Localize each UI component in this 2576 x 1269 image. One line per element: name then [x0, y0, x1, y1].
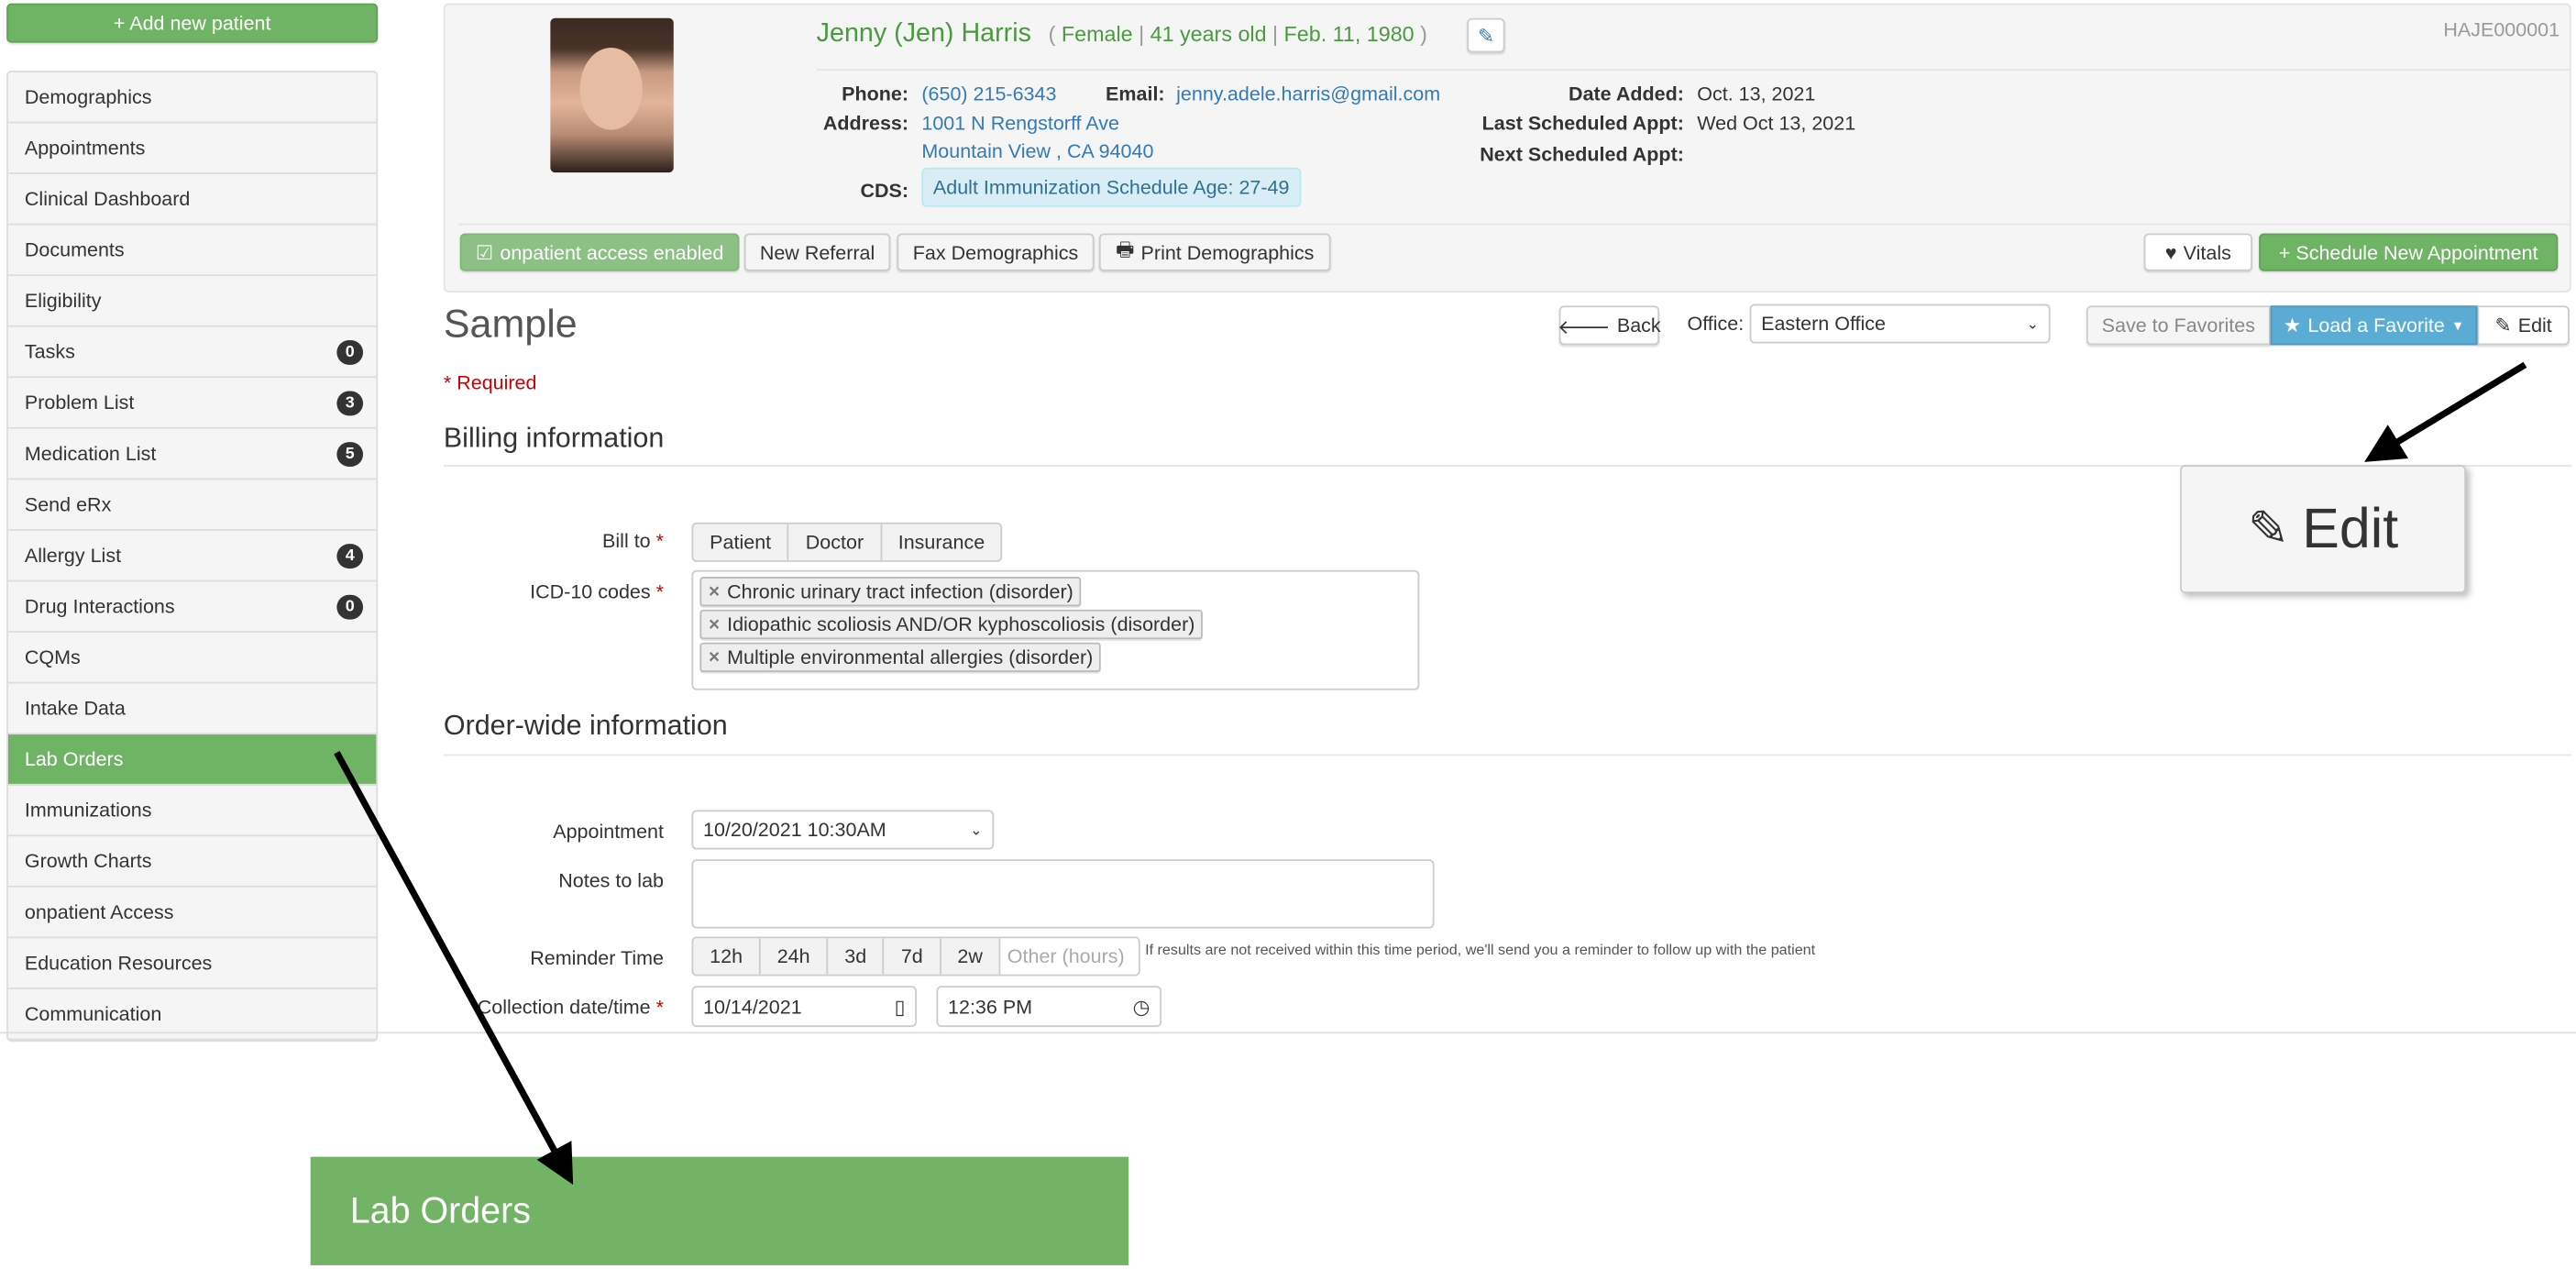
arrow-to-edit [2364, 361, 2527, 462]
annotation-arrows [334, 361, 2527, 1186]
arrow-to-lab-orders [334, 751, 574, 1186]
